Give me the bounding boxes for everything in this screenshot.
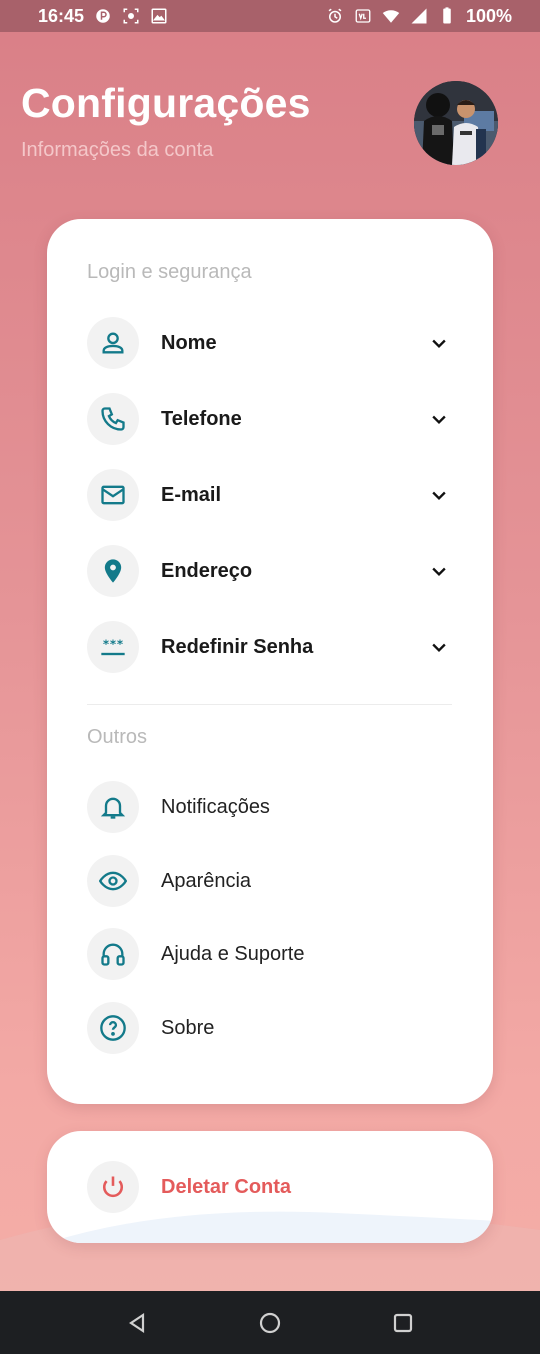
section-title-login: Login e segurança <box>87 261 252 283</box>
headset-icon <box>87 928 139 980</box>
settings-item-aparencia[interactable]: Aparência <box>87 855 452 907</box>
help-circle-icon <box>87 1002 139 1054</box>
delete-account-label: Deletar Conta <box>161 1175 292 1198</box>
avatar[interactable] <box>414 81 498 165</box>
settings-item-label: Notificações <box>161 795 270 818</box>
settings-item-label: E-mail <box>161 483 222 506</box>
settings-item-label: Ajuda e Suporte <box>161 942 305 965</box>
wifi-icon <box>382 7 400 25</box>
status-time: 16:45 <box>38 5 85 26</box>
danger-card: Deletar Conta <box>47 1131 493 1243</box>
settings-item-label: Redefinir Senha <box>161 635 314 658</box>
chevron-down-icon[interactable] <box>428 484 450 506</box>
section-title-others: Outros <box>87 726 148 748</box>
volte-icon <box>354 7 372 25</box>
settings-item-label: Endereço <box>161 559 253 582</box>
power-icon <box>87 1161 139 1213</box>
settings-item-ajuda-suporte[interactable]: Ajuda e Suporte <box>87 928 452 980</box>
settings-item-label: Nome <box>161 331 217 354</box>
password-icon: *** <box>87 621 139 673</box>
settings-item-label: Telefone <box>161 407 242 430</box>
chevron-down-icon[interactable] <box>428 332 450 354</box>
phone-icon <box>87 393 139 445</box>
system-nav-bar <box>0 1291 540 1354</box>
settings-item-label: Sobre <box>161 1016 215 1039</box>
back-icon[interactable] <box>123 1309 151 1337</box>
alarm-icon <box>326 7 344 25</box>
status-bar: 16:45 100% <box>0 0 540 32</box>
bell-icon <box>87 781 139 833</box>
page-subtitle: Informações da conta <box>21 139 214 161</box>
settings-item-email[interactable]: E-mail <box>87 469 452 521</box>
eye-icon <box>87 855 139 907</box>
battery-icon <box>438 7 456 25</box>
mail-icon <box>87 469 139 521</box>
person-icon <box>87 317 139 369</box>
home-icon[interactable] <box>256 1309 284 1337</box>
signal-icon <box>410 7 428 25</box>
section-divider <box>87 704 452 705</box>
chevron-down-icon[interactable] <box>428 560 450 582</box>
page-title: Configurações <box>21 80 311 126</box>
settings-item-label: Aparência <box>161 869 252 892</box>
chevron-down-icon[interactable] <box>428 636 450 658</box>
settings-item-telefone[interactable]: Telefone <box>87 393 452 445</box>
settings-item-sobre[interactable]: Sobre <box>87 1002 452 1054</box>
screenshot-icon <box>122 7 140 25</box>
svg-text:***: *** <box>102 637 123 651</box>
settings-item-redefinir-senha[interactable]: *** Redefinir Senha <box>87 621 452 673</box>
chevron-down-icon[interactable] <box>428 408 450 430</box>
settings-item-notificacoes[interactable]: Notificações <box>87 781 452 833</box>
settings-item-nome[interactable]: Nome <box>87 317 452 369</box>
image-icon <box>150 7 168 25</box>
delete-account-button[interactable]: Deletar Conta <box>87 1161 452 1213</box>
battery-level: 100% <box>465 5 512 26</box>
settings-item-endereco[interactable]: Endereço <box>87 545 452 597</box>
data-saver-icon <box>94 7 112 25</box>
location-pin-icon <box>87 545 139 597</box>
page-header: Configurações Informações da conta <box>21 80 311 162</box>
settings-card: Login e segurança Nome Telefone E-mail E <box>47 219 493 1104</box>
recents-icon[interactable] <box>389 1309 417 1337</box>
